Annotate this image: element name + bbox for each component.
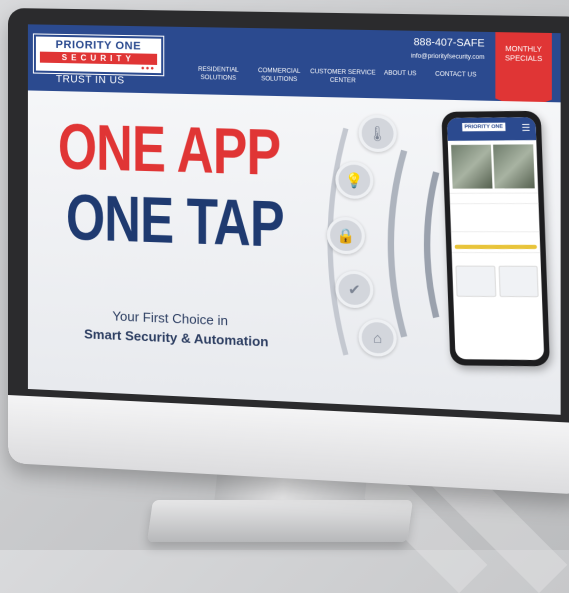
app-screen: PRIORITY ONE ☰ [446,117,545,361]
hero-section: ONE APP ONE TAP Your First Choice in Sma… [27,90,561,415]
specials-label: SPECIALS [504,55,543,64]
nav-label: CENTER [329,77,356,85]
nav-label: SOLUTIONS [200,74,237,82]
hero-subtitle-2: Smart Security & Automation [84,326,269,350]
app-tile [455,265,496,297]
nav-contact-us[interactable]: CONTACT US [435,71,476,80]
app-row [450,231,540,242]
app-row [449,192,539,204]
monitor-stand-base [147,500,413,542]
shield-check-icon: ✔ [335,270,374,309]
app-header: PRIORITY ONE ☰ [446,117,537,141]
nav-about-us[interactable]: ABOUT US [384,69,417,78]
nav-customer-service[interactable]: CUSTOMER SERVICE CENTER [310,68,375,86]
app-camera-feeds [448,144,538,189]
logo-dots-icon: ●●● [140,65,156,73]
app-row [449,202,540,232]
app-tile [497,265,539,298]
site-logo[interactable]: PRIORITY ONE SECURITY ●●● [33,34,164,76]
thermostat-icon: 🌡 [358,114,397,153]
camera-thumbnail [451,144,493,189]
app-tiles [452,262,542,300]
app-dimmer-bar [454,244,537,250]
site-header: PRIORITY ONE SECURITY ●●● TRUST IN US RE… [27,24,561,102]
logo-bottom-text: SECURITY [39,51,158,65]
header-phone[interactable]: 888-407-SAFE [414,37,485,50]
smart-lock-icon: 🔒 [326,216,365,255]
hero-subtitle-1: Your First Choice in [112,308,228,329]
camera-thumbnail [493,144,535,189]
lightbulb-icon: 💡 [335,161,374,200]
app-logo: PRIORITY ONE [462,122,506,132]
monthly-specials-button[interactable]: MONTHLY SPECIALS [495,32,551,110]
garage-icon: ⌂ [358,318,397,358]
nav-label: CONTACT US [435,71,477,79]
nav-label: ABOUT US [383,70,417,78]
nav-label: SOLUTIONS [261,76,298,84]
nav-residential[interactable]: RESIDENTIAL SOLUTIONS [198,66,239,83]
hero-headline-1: ONE APP [57,110,281,190]
smartphone-app-mockup: PRIORITY ONE ☰ [441,110,550,367]
hamburger-menu-icon: ☰ [521,122,531,133]
app-row [451,252,541,263]
monitor: PRIORITY ONE SECURITY ●●● TRUST IN US RE… [8,8,569,495]
logo-top-text: PRIORITY ONE [55,38,142,53]
website-screen: PRIORITY ONE SECURITY ●●● TRUST IN US RE… [27,24,561,415]
site-tagline: TRUST IN US [55,74,125,87]
header-email[interactable]: info@priorityfsecurity.com [411,53,485,61]
hero-headline-2: ONE TAP [65,180,284,262]
nav-commercial[interactable]: COMMERCIAL SOLUTIONS [258,67,300,84]
